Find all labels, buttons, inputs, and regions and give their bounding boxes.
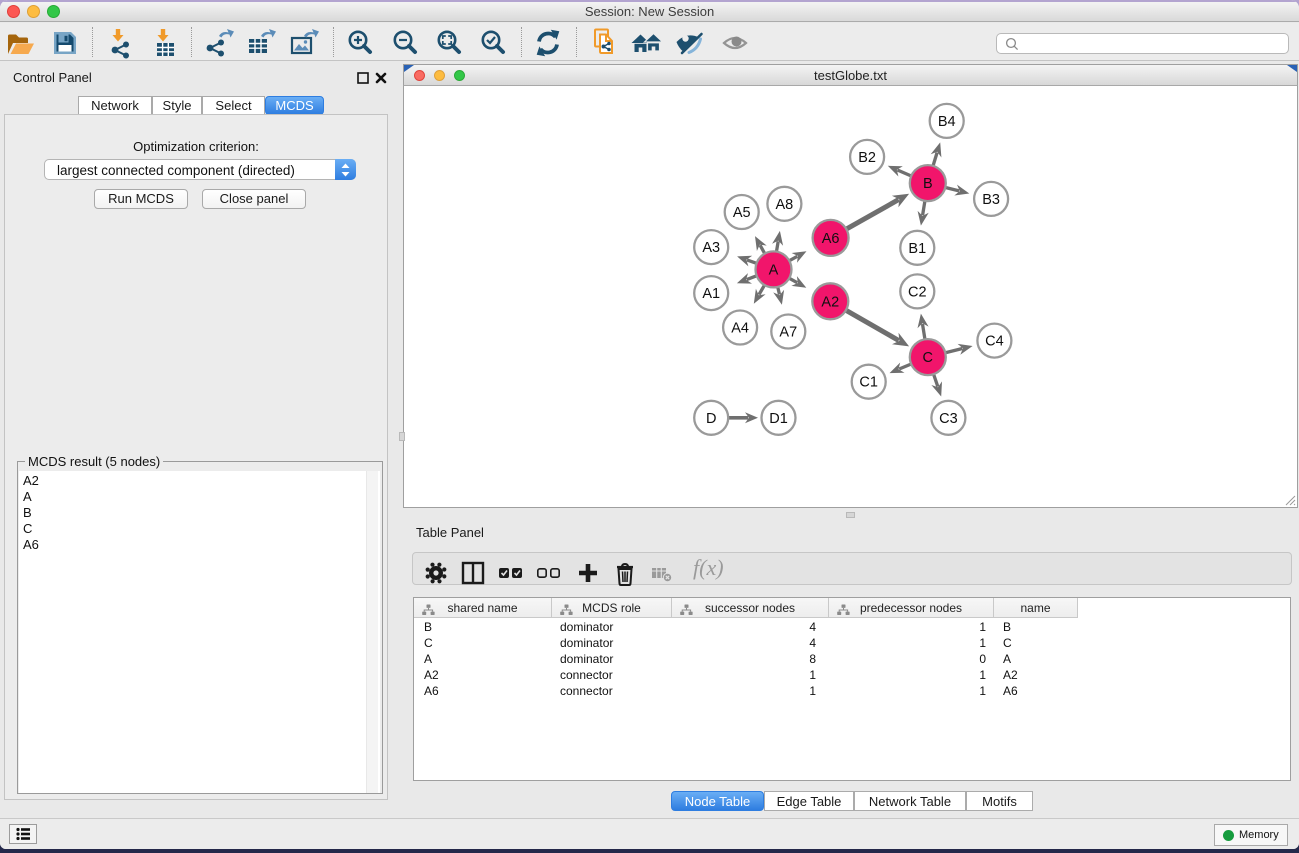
- svg-text:C: C: [923, 350, 933, 366]
- svg-text:B: B: [923, 176, 933, 192]
- svg-text:A7: A7: [779, 325, 797, 341]
- svg-text:C4: C4: [985, 334, 1004, 350]
- svg-text:B2: B2: [858, 150, 876, 166]
- svg-text:C3: C3: [939, 411, 958, 427]
- svg-text:C2: C2: [908, 284, 927, 300]
- svg-text:B3: B3: [982, 192, 1000, 208]
- svg-text:A1: A1: [702, 286, 720, 302]
- svg-text:C1: C1: [859, 375, 878, 391]
- svg-text:B1: B1: [908, 241, 926, 257]
- svg-text:A5: A5: [733, 205, 751, 221]
- svg-text:D: D: [706, 411, 716, 427]
- svg-text:A3: A3: [702, 240, 720, 256]
- svg-text:A: A: [769, 262, 779, 278]
- svg-text:A2: A2: [821, 294, 839, 310]
- svg-text:D1: D1: [769, 411, 788, 427]
- svg-text:A4: A4: [731, 321, 749, 337]
- svg-text:B4: B4: [938, 114, 956, 130]
- svg-text:A8: A8: [776, 197, 794, 213]
- svg-text:A6: A6: [822, 231, 840, 247]
